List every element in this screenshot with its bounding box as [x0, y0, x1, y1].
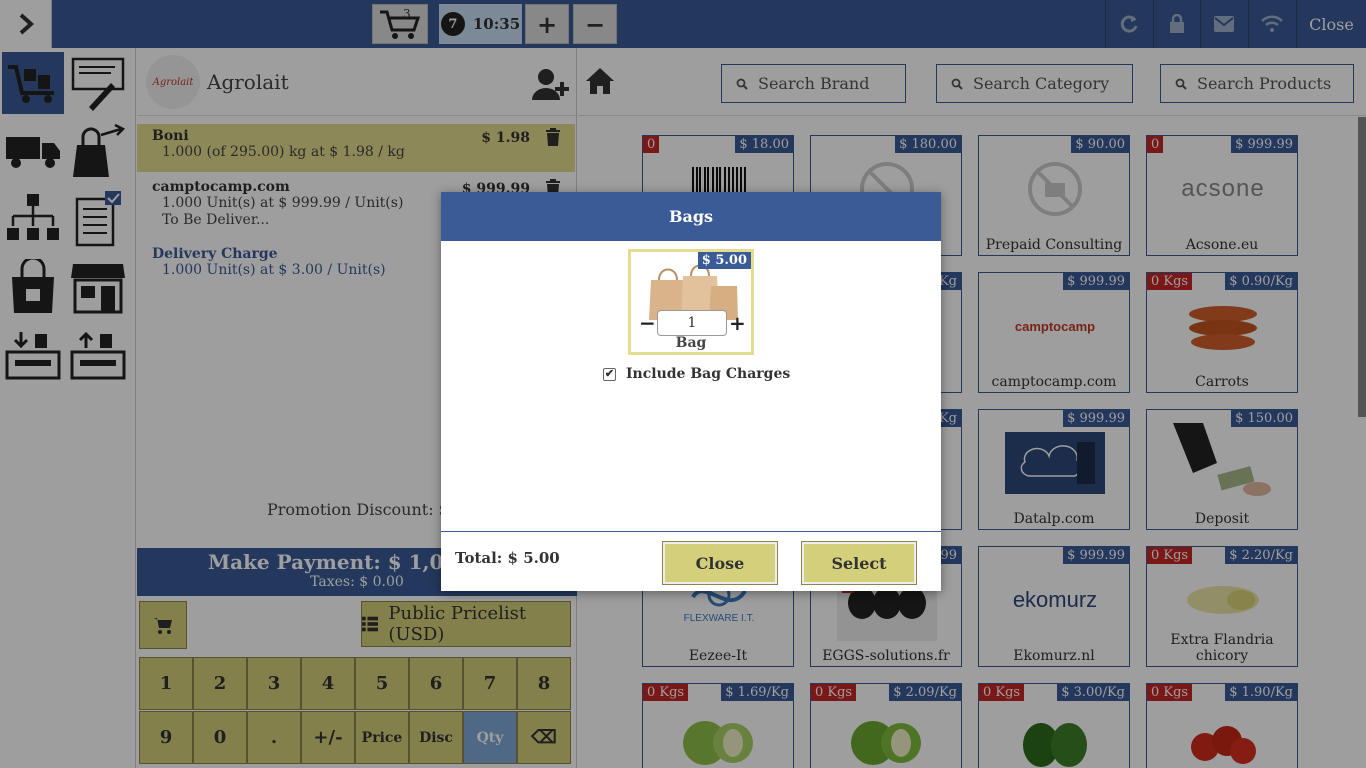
bag-product-card[interactable]: $ 5.00 − 1 + Bag: [628, 249, 754, 355]
increase-quantity-button[interactable]: +: [729, 313, 746, 333]
bag-price-tag: $ 5.00: [697, 252, 751, 269]
bag-quantity-control: − 1 +: [639, 310, 746, 336]
bag-name: Bag: [675, 335, 707, 351]
modal-title: Bags: [441, 192, 941, 241]
include-bag-charges-row: ✔ Include Bag Charges: [603, 366, 790, 382]
include-bag-charges-checkbox[interactable]: ✔: [603, 367, 616, 381]
modal-close-button[interactable]: Close: [662, 541, 778, 585]
modal-footer: Total: $ 5.00 Close Select: [441, 531, 941, 591]
modal-select-button[interactable]: Select: [801, 541, 917, 585]
decrease-quantity-button[interactable]: −: [639, 313, 656, 333]
include-bag-charges-label: Include Bag Charges: [626, 366, 791, 382]
modal-total: Total: $ 5.00: [455, 549, 560, 567]
bag-quantity-input[interactable]: 1: [657, 310, 727, 336]
bags-modal: Bags $ 5.00 − 1 + Bag ✔ Include Bag Char…: [441, 192, 941, 591]
